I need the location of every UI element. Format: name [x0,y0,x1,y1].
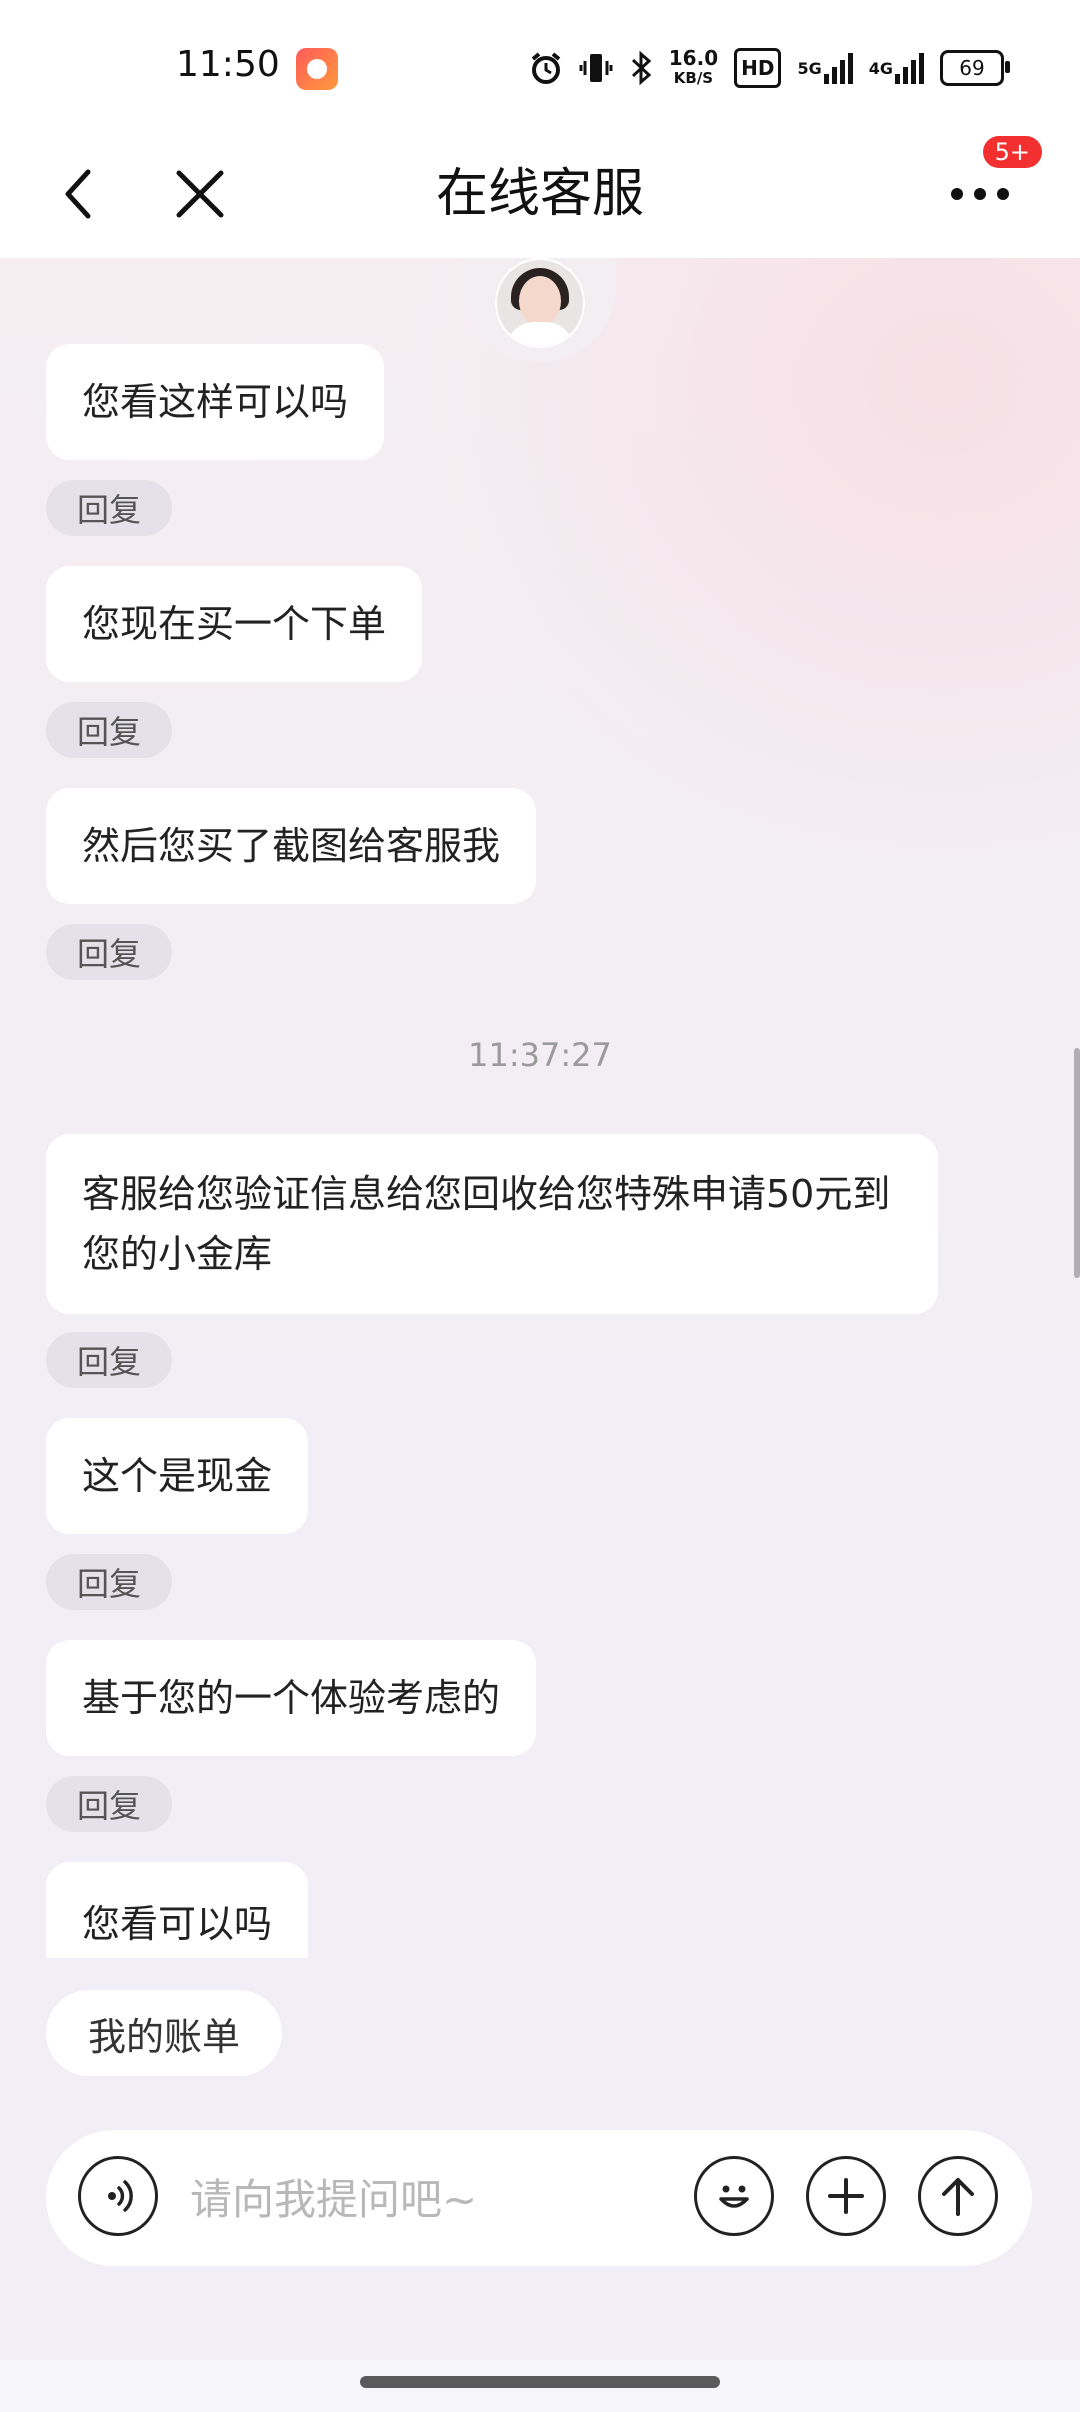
question-input[interactable] [188,2158,672,2240]
bluetooth-icon [629,51,653,85]
net-speed: 16.0 KB/S [668,46,719,87]
message-text: 这个是现金 [82,1454,273,1498]
my-bill-shortcut[interactable]: 我的账单 [46,1990,283,2076]
message-text: 基于您的一个体验考虑的 [82,1676,501,1720]
more-dots-icon [951,188,1009,200]
net-speed-unit: KB/S [673,69,714,87]
voice-icon [108,2180,133,2212]
status-time: 11:50 [176,44,280,85]
reply-button[interactable]: 回复 [46,1332,172,1388]
message-timestamp: 11:37:27 [468,1036,612,1074]
message-text: 您看这样可以吗 [82,380,349,424]
message-text: 您现在买一个下单 [82,602,387,646]
message-bubble[interactable]: 基于您的一个体验考虑的 [46,1640,537,1756]
message-text: 然后您买了截图给客服我 [82,824,501,868]
arrow-up-icon [942,2178,974,2216]
status-icons: 16.0 KB/S HD 5G 4G 69 [529,46,1010,90]
scrollbar[interactable] [1074,1048,1080,1278]
home-indicator[interactable] [360,2376,720,2388]
reply-button[interactable]: 回复 [46,480,172,536]
message-bubble[interactable]: 然后您买了截图给客服我 [46,788,537,904]
signal-4g-icon: 4G [869,51,924,85]
message-bubble[interactable]: 您看这样可以吗 [46,344,385,460]
signal-4g-label: 4G [868,58,893,78]
battery-icon: 69 [940,50,1010,86]
avatar[interactable] [495,258,585,348]
notification-badge: 5+ [982,136,1042,168]
message-bubble[interactable]: 您看可以吗 [46,1862,309,1958]
send-button[interactable] [918,2156,998,2236]
voice-button[interactable] [78,2156,158,2236]
plus-icon [828,2178,864,2214]
message-bubble[interactable]: 这个是现金 [46,1418,309,1534]
message-text: 您看可以吗 [82,1902,273,1946]
signal-5g-label: 5G [797,58,822,78]
emoji-button[interactable] [694,2156,774,2236]
app-notification-icon [296,48,338,90]
alarm-icon [529,51,563,85]
agent-avatar-holder [464,258,616,362]
vibrate-icon [579,51,613,85]
net-speed-value: 16.0 [668,46,719,70]
reply-button[interactable]: 回复 [46,702,172,758]
hd-voice-icon: HD [734,48,782,88]
chat-area[interactable]: 您看这样可以吗 回复 您现在买一个下单 回复 然后您买了截图给客服我 回复 11… [0,258,1080,1958]
reply-button[interactable]: 回复 [46,1776,172,1832]
page-title: 在线客服 [435,164,644,224]
emoji-icon [719,2185,749,2208]
input-bar [46,2130,1032,2266]
message-bubble[interactable]: 您现在买一个下单 [46,566,423,682]
status-bar: 11:50 16.0 KB/S HD 5G 4G 69 [0,0,1080,130]
message-text: 客服给您验证信息给您回收给您特殊申请50元到您的小金库 [82,1172,891,1276]
header: 在线客服 5+ [0,130,1080,258]
message-bubble[interactable]: 客服给您验证信息给您回收给您特殊申请50元到您的小金库 [46,1134,938,1314]
reply-button[interactable]: 回复 [46,924,172,980]
reply-button[interactable]: 回复 [46,1554,172,1610]
add-button[interactable] [806,2156,886,2236]
signal-5g-icon: 5G [797,51,853,85]
